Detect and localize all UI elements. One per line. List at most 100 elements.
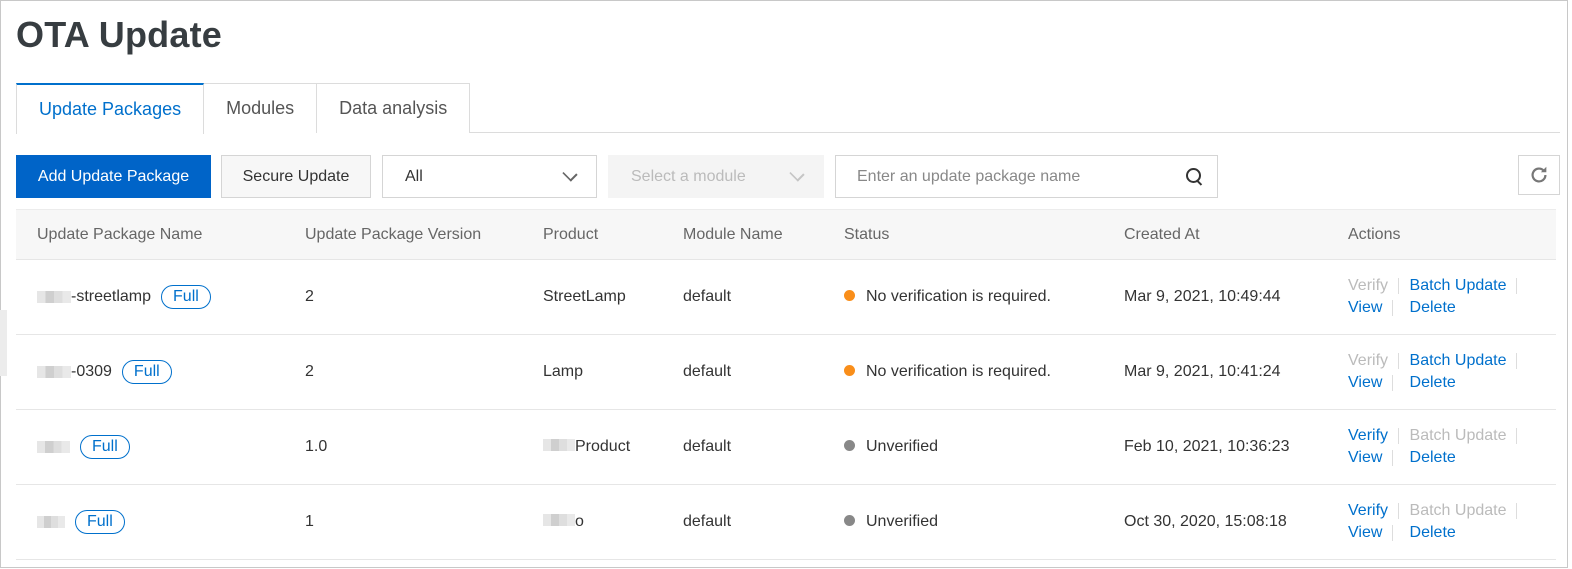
view-link[interactable]: View: [1348, 449, 1382, 467]
row-actions: Verify Batch Update View Delete: [1348, 352, 1528, 392]
tab-bar: Update Packages Modules Data analysis: [16, 83, 1560, 134]
status-cell: Unverified: [823, 484, 1103, 560]
status-text: Unverified: [866, 438, 939, 455]
redacted-text: [37, 516, 65, 528]
product-name: o: [575, 513, 584, 530]
redacted-text: [37, 441, 70, 453]
search-input[interactable]: [857, 167, 1185, 186]
created-at: Mar 9, 2021, 10:49:44: [1103, 259, 1327, 335]
search-box: [835, 155, 1218, 198]
divider: [1398, 353, 1400, 369]
column-header-product: Product: [522, 209, 662, 260]
package-version: 1.0: [284, 409, 522, 485]
divider: [1392, 450, 1394, 466]
delete-link[interactable]: Delete: [1410, 299, 1456, 317]
package-version: 2: [284, 334, 522, 410]
divider: [1516, 278, 1518, 294]
column-header-module: Module Name: [662, 209, 823, 260]
status-dot-icon: [844, 365, 855, 377]
redacted-text: [543, 439, 575, 451]
package-name: -0309: [71, 363, 112, 380]
column-header-version: Update Package Version: [284, 209, 522, 260]
module-name: default: [662, 259, 823, 335]
product-cell: o: [522, 484, 662, 560]
delete-link[interactable]: Delete: [1410, 524, 1456, 542]
add-update-package-button[interactable]: Add Update Package: [16, 155, 211, 198]
row-actions: Verify Batch Update View Delete: [1348, 277, 1528, 317]
module-name: default: [662, 484, 823, 560]
package-version: 1: [284, 484, 522, 560]
created-at: Mar 9, 2021, 10:41:24: [1103, 334, 1327, 410]
package-type-select[interactable]: All: [382, 155, 597, 198]
search-icon[interactable]: [1185, 167, 1205, 187]
package-name-cell: -0309 Full: [37, 360, 284, 384]
verify-link[interactable]: Verify: [1348, 502, 1388, 520]
created-at: Oct 30, 2020, 15:08:18: [1103, 484, 1327, 560]
package-type-value: All: [405, 167, 423, 185]
package-name: -streetlamp: [71, 288, 152, 305]
verify-link: Verify: [1348, 277, 1389, 294]
created-at: Feb 10, 2021, 10:36:23: [1103, 409, 1327, 485]
chevron-down-icon: [789, 165, 805, 182]
divider: [1392, 375, 1394, 391]
table-row: -0309 Full 2 Lamp default No verificatio…: [16, 334, 1556, 410]
full-badge: Full: [75, 510, 125, 534]
chevron-down-icon: [562, 165, 578, 182]
side-panel-handle[interactable]: [0, 310, 7, 376]
column-header-actions: Actions: [1327, 209, 1556, 260]
column-header-status: Status: [823, 209, 1103, 260]
status-dot-icon: [844, 290, 855, 302]
row-actions: Verify Batch Update View Delete: [1348, 427, 1528, 467]
status-dot-icon: [844, 515, 855, 527]
redacted-text: [37, 291, 71, 303]
update-packages-table: Update Package Name Update Package Versi…: [16, 209, 1556, 560]
table-row: Full 1 o default Unverified Oct 30, 2020…: [16, 484, 1556, 560]
page-title: OTA Update: [16, 14, 222, 55]
status-cell: Unverified: [823, 409, 1103, 485]
product-name: Lamp: [522, 334, 662, 410]
full-badge: Full: [80, 435, 130, 459]
module-select-placeholder: Select a module: [631, 167, 746, 185]
divider: [1398, 428, 1400, 444]
tab-data-analysis[interactable]: Data analysis: [316, 83, 471, 133]
divider: [1516, 428, 1518, 444]
package-name-cell: -streetlamp Full: [37, 285, 284, 309]
view-link[interactable]: View: [1348, 374, 1382, 392]
status-text: No verification is required.: [866, 363, 1051, 380]
view-link[interactable]: View: [1348, 524, 1382, 542]
package-version: 2: [284, 259, 522, 335]
full-badge: Full: [121, 360, 172, 384]
divider: [1392, 525, 1394, 541]
product-cell: Product: [522, 409, 662, 485]
batch-update-link: Batch Update: [1409, 427, 1507, 444]
tab-modules[interactable]: Modules: [203, 83, 318, 133]
product-name: StreetLamp: [522, 259, 662, 335]
package-name-cell: Full: [37, 435, 284, 459]
row-actions: Verify Batch Update View Delete: [1348, 502, 1528, 542]
refresh-button[interactable]: [1518, 155, 1560, 195]
divider: [1392, 300, 1394, 316]
redacted-text: [37, 366, 71, 378]
delete-link[interactable]: Delete: [1410, 374, 1456, 392]
view-link[interactable]: View: [1348, 299, 1382, 317]
divider: [1516, 503, 1518, 519]
batch-update-link[interactable]: Batch Update: [1410, 352, 1507, 370]
full-badge: Full: [161, 285, 211, 309]
table-header-row: Update Package Name Update Package Versi…: [16, 209, 1556, 260]
batch-update-link[interactable]: Batch Update: [1410, 277, 1507, 295]
tab-update-packages[interactable]: Update Packages: [16, 83, 205, 134]
package-name-cell: Full: [37, 510, 284, 534]
verify-link[interactable]: Verify: [1348, 427, 1388, 445]
module-select[interactable]: Select a module: [608, 155, 824, 198]
status-cell: No verification is required.: [823, 334, 1103, 410]
column-header-created: Created At: [1103, 209, 1327, 260]
module-name: default: [662, 409, 823, 485]
toolbar: Add Update Package Secure Update All Sel…: [16, 155, 1560, 198]
status-text: No verification is required.: [866, 288, 1051, 305]
delete-link[interactable]: Delete: [1410, 449, 1456, 467]
secure-update-button[interactable]: Secure Update: [221, 155, 371, 198]
divider: [1398, 278, 1400, 294]
status-text: Unverified: [866, 513, 939, 530]
column-header-name: Update Package Name: [16, 209, 284, 260]
status-dot-icon: [844, 440, 855, 452]
